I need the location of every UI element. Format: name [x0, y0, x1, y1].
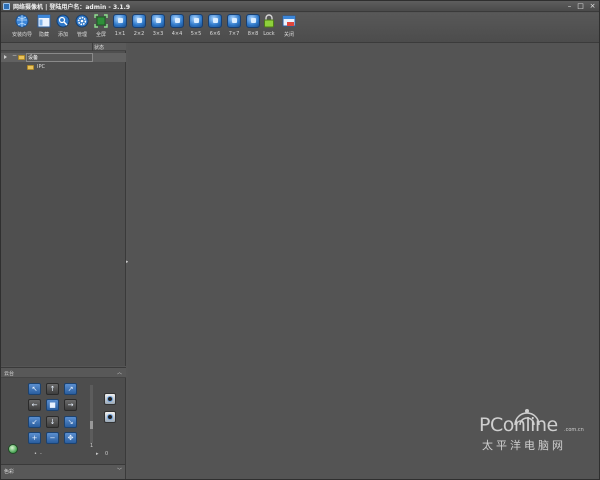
- layout-6x6-button[interactable]: 6×6: [205, 14, 225, 42]
- ptz-title: 云台: [4, 371, 15, 377]
- layout-2x2-button[interactable]: 2×2: [129, 14, 149, 42]
- ptz-left-button[interactable]: ←: [28, 399, 41, 411]
- close-button[interactable]: ×: [588, 2, 597, 10]
- minimize-button[interactable]: –: [565, 2, 574, 10]
- speed-slider-thumb[interactable]: [90, 421, 93, 429]
- tree-node-label: IPC: [37, 64, 45, 70]
- gear-icon: [75, 14, 89, 28]
- close-window-icon: [282, 15, 296, 27]
- ptz-up-left-button[interactable]: ↖: [28, 383, 41, 395]
- ptz-down-left-button[interactable]: ↙: [28, 416, 41, 428]
- maximize-button[interactable]: □: [576, 2, 585, 10]
- app-window: 网络摄像机 | 登陆用户名：admin - 3.1.9 – □ × 安装向导 隐…: [0, 0, 600, 480]
- layout-7x7-button[interactable]: 7×7: [224, 14, 244, 42]
- close-window-button[interactable]: 关闭: [279, 14, 299, 42]
- snapshot-icon[interactable]: [104, 393, 116, 405]
- layout-1x1-button[interactable]: 1×1: [110, 14, 130, 42]
- row-arrow-icon: [4, 55, 7, 59]
- ptz-zoom-out-button[interactable]: −: [46, 432, 59, 444]
- layout-icon: [246, 14, 260, 28]
- status-column-header[interactable]: 状态: [94, 44, 104, 51]
- fullscreen-button[interactable]: 全屏: [91, 14, 111, 42]
- layout-icon: [208, 14, 222, 28]
- title-bar: 网络摄像机 | 登陆用户名：admin - 3.1.9 – □ ×: [1, 1, 599, 12]
- preset-arrow[interactable]: ▸: [96, 451, 99, 457]
- ptz-up-right-button[interactable]: ↗: [64, 383, 77, 395]
- ptz-down-button[interactable]: ↓: [46, 416, 59, 428]
- layout-icon: [151, 14, 165, 28]
- layout-icon: [189, 14, 203, 28]
- ptz-right-button[interactable]: →: [64, 399, 77, 411]
- ptz-header[interactable]: 云台 ︿: [1, 368, 126, 378]
- globe-wizard-icon: [15, 14, 29, 28]
- tree-node-device[interactable]: − 设备: [1, 52, 126, 62]
- watermark-cn-text: 太平洋电脑网: [482, 439, 566, 452]
- chevron-up-icon[interactable]: ︿: [117, 369, 122, 376]
- ptz-panel: 云台 ︿ ↖ ↑ ↗ ← ■ → ↙ ↓ ↘ + − ✥ 1 • - ▸ 0: [1, 367, 126, 464]
- device-tree-panel: 状态 − 设备 IPC: [1, 43, 126, 366]
- tree-node-ipc[interactable]: IPC: [1, 63, 126, 72]
- magnifier-icon[interactable]: [8, 444, 18, 454]
- layout-icon: [113, 14, 127, 28]
- layout-5x5-button[interactable]: 5×5: [186, 14, 206, 42]
- color-title: 色彩: [4, 469, 15, 475]
- preset-value: 0: [105, 451, 109, 457]
- fullscreen-icon: [94, 14, 108, 28]
- collapse-toggle[interactable]: −: [12, 52, 17, 59]
- speed-slider[interactable]: [90, 385, 93, 443]
- folder-icon: [27, 65, 34, 70]
- column-divider[interactable]: [92, 43, 93, 51]
- tool-label: 关闭: [283, 32, 294, 38]
- ptz-down-right-button[interactable]: ↘: [64, 416, 77, 428]
- speed-value: 1: [90, 443, 94, 449]
- ptz-zoom-in-button[interactable]: +: [28, 432, 41, 444]
- chevron-down-icon[interactable]: ﹀: [117, 467, 122, 474]
- layout-icon: [227, 14, 241, 28]
- watermark-logo: PConline: [479, 414, 558, 436]
- tree-node-label: 设备: [28, 55, 39, 61]
- ptz-up-button[interactable]: ↑: [46, 383, 59, 395]
- layout-icon: [132, 14, 146, 28]
- window-title: 网络摄像机 | 登陆用户名：admin - 3.1.9: [13, 4, 131, 11]
- ptz-auto-button[interactable]: ✥: [64, 432, 77, 444]
- app-icon: [3, 3, 10, 10]
- folder-icon: [18, 55, 25, 60]
- toolbar: 安装向导 隐藏 添加 管理 全屏 1×1 2×2 3×3 4×4 5×5 6×6…: [1, 13, 599, 43]
- layout-icon: [170, 14, 184, 28]
- record-icon[interactable]: [104, 411, 116, 423]
- tree-header: 状态: [1, 43, 126, 51]
- slider-dot: •: [34, 451, 37, 457]
- ptz-center-button[interactable]: ■: [46, 399, 59, 411]
- layout-3x3-button[interactable]: 3×3: [148, 14, 168, 42]
- lock-icon: [264, 14, 274, 28]
- search-add-icon: [56, 14, 70, 28]
- layout-4x4-button[interactable]: 4×4: [167, 14, 187, 42]
- watermark-domain: .com.cn: [564, 427, 584, 433]
- color-panel[interactable]: 色彩 ﹀: [1, 464, 126, 479]
- window-hide-icon: [37, 14, 51, 28]
- pconline-watermark: PConline .com.cn 太平洋电脑网: [479, 406, 597, 456]
- wizard-button[interactable]: 安装向导: [12, 14, 32, 42]
- slider-minus[interactable]: -: [40, 451, 42, 457]
